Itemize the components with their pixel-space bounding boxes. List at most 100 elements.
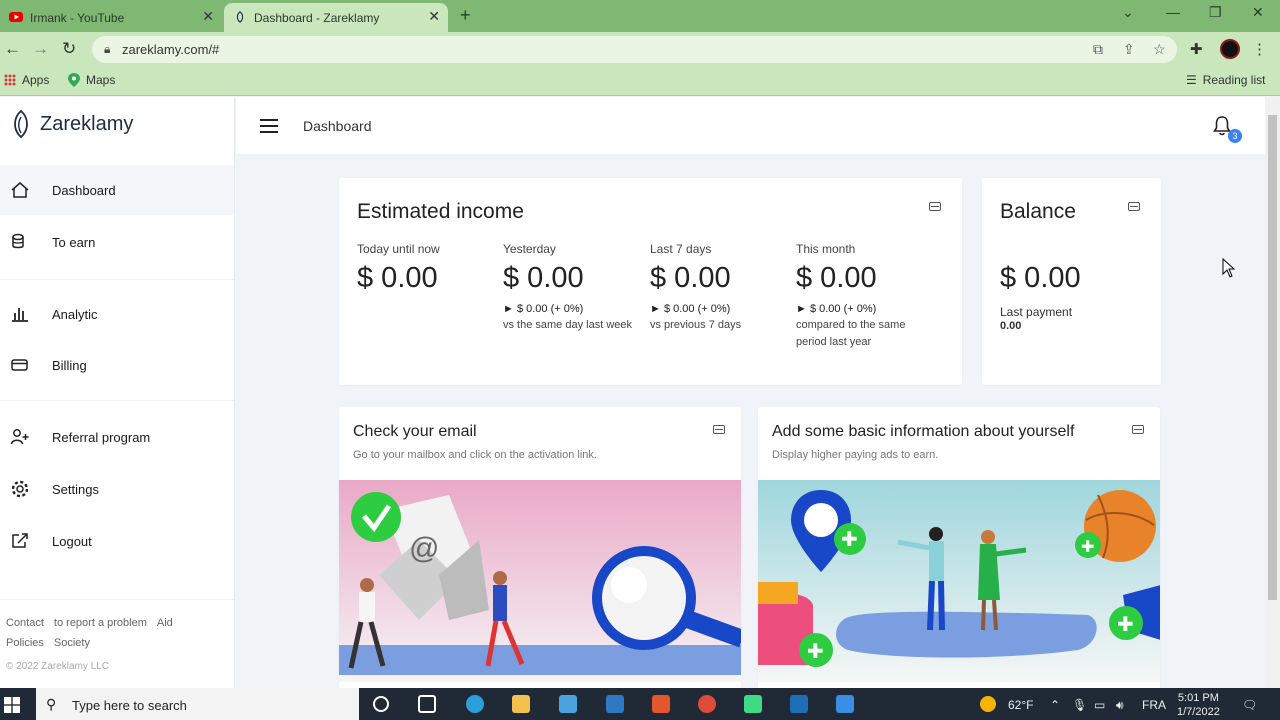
sidebar-divider <box>0 279 234 280</box>
browser-tab-dashboard[interactable]: Dashboard - Zareklamy ✕ <box>224 3 448 32</box>
file-explorer-icon[interactable] <box>512 695 530 713</box>
basic-info-card[interactable]: Add some basic information about yoursel… <box>758 407 1160 688</box>
restore-icon[interactable]: ❐ <box>1209 4 1222 21</box>
translate-icon[interactable]: ⧉ <box>1093 41 1103 58</box>
store-icon[interactable] <box>559 695 577 713</box>
sidebar-item-to-earn[interactable]: To earn <box>0 217 234 267</box>
taskbar-search-box[interactable]: ⚲ Type here to search <box>36 688 359 720</box>
scrollbar-thumb[interactable] <box>1268 115 1277 600</box>
windows-start-icon[interactable] <box>4 697 20 713</box>
omnibox[interactable]: 🔒︎ zareklamy.com/# ⧉ ⇪ ☆ <box>92 36 1177 63</box>
top-bar: Dashboard 3 <box>236 97 1265 154</box>
stat-value: $ 0.00 <box>796 262 877 294</box>
reload-icon[interactable]: ↻ <box>62 39 76 59</box>
card-menu-icon[interactable] <box>1132 425 1144 434</box>
minimize-icon[interactable]: — <box>1166 4 1180 20</box>
stat-yesterday: Yesterday $ 0.00 ► $ 0.00 (+ 0%) vs the … <box>503 242 643 334</box>
svg-text:✚: ✚ <box>807 639 824 663</box>
reading-list-label: Reading list <box>1202 73 1266 87</box>
chrome-icon[interactable] <box>698 695 716 713</box>
card-menu-icon[interactable] <box>929 202 941 211</box>
bookmark-maps[interactable]: Maps <box>68 73 115 87</box>
reading-list-button[interactable]: ☰ Reading list <box>1186 73 1265 87</box>
brand-logo[interactable]: Zareklamy <box>10 109 133 139</box>
footer-link-society[interactable]: Society <box>54 637 90 649</box>
balance-card: Balance $ 0.00 Last payment 0.00 <box>982 178 1161 385</box>
microphone-icon[interactable]: 🎙︎ <box>1072 698 1087 712</box>
lock-icon: 🔒︎ <box>104 42 111 56</box>
stat-compare: vs the same day last week <box>503 319 633 331</box>
footer-link-policies[interactable]: Policies <box>6 637 44 649</box>
sidebar-item-label: Logout <box>52 533 92 549</box>
sidebar-item-label: To earn <box>52 234 96 250</box>
network-icon[interactable]: ▭ <box>1094 698 1105 712</box>
edge-icon[interactable] <box>466 695 484 713</box>
sidebar-item-logout[interactable]: Logout <box>0 516 234 566</box>
notifications-center-icon[interactable]: 🗨︎ <box>1242 698 1257 712</box>
bookmark-apps[interactable]: Apps <box>4 73 49 87</box>
stat-value: $ 0.00 <box>357 262 438 294</box>
card-menu-icon[interactable] <box>1128 202 1140 211</box>
weather-sun-icon[interactable] <box>980 696 996 712</box>
app-icon[interactable] <box>790 695 808 713</box>
system-clock[interactable]: 5:01 PM 1/7/2022 <box>1177 691 1220 719</box>
back-icon[interactable]: ← <box>4 39 21 59</box>
sidebar-item-dashboard[interactable]: Dashboard <box>0 165 234 215</box>
language-indicator[interactable]: FRA <box>1142 698 1166 712</box>
new-tab-icon[interactable]: + <box>460 5 471 26</box>
zareklamy-logo-icon <box>14 109 28 139</box>
bookmarks-bar: Apps Maps ☰ Reading list <box>0 66 1280 96</box>
browser-tab-youtube[interactable]: Irmank - YouTube ✕ <box>0 3 222 32</box>
profile-avatar[interactable] <box>1220 39 1240 59</box>
cortana-icon[interactable] <box>373 696 389 712</box>
share-icon[interactable]: ⇪ <box>1123 41 1135 58</box>
reading-list-icon: ☰ <box>1186 73 1197 87</box>
apps-grid-icon <box>4 74 16 86</box>
footer-link-contact[interactable]: Contact <box>6 617 44 629</box>
weather-temperature[interactable]: 62°F <box>1008 698 1033 712</box>
browser-menu-icon[interactable]: ⋮ <box>1252 40 1267 58</box>
android-studio-icon[interactable] <box>744 695 762 713</box>
close-tab-icon[interactable]: ✕ <box>428 8 440 25</box>
sidebar-item-analytic[interactable]: Analytic <box>0 289 234 339</box>
stat-change: ► $ 0.00 (+ 0%) <box>650 303 731 315</box>
notification-badge: 3 <box>1228 129 1242 143</box>
card-title: Check your email <box>353 423 477 440</box>
task-view-icon[interactable] <box>418 695 436 713</box>
card-subtitle: Go to your mailbox and click on the acti… <box>353 449 597 461</box>
office-icon[interactable] <box>652 695 670 713</box>
sidebar-item-settings[interactable]: Settings <box>0 464 234 514</box>
tray-expand-icon[interactable]: ⌃ <box>1050 698 1060 712</box>
forward-icon[interactable]: → <box>32 39 49 59</box>
vertical-scrollbar[interactable] <box>1265 97 1280 688</box>
menu-toggle-icon[interactable] <box>260 119 278 133</box>
stat-label: Today until now <box>357 242 440 256</box>
extensions-icon[interactable]: ✚ <box>1190 40 1203 58</box>
close-tab-icon[interactable]: ✕ <box>202 8 214 25</box>
profile-illustration: ✚ ✚ ✚ ✚ <box>758 480 1160 682</box>
zareklamy-favicon-icon <box>236 11 244 23</box>
sidebar-divider <box>0 400 234 401</box>
url-text[interactable]: zareklamy.com/# <box>122 42 219 57</box>
mail-icon[interactable] <box>606 695 624 713</box>
tab-title: Dashboard - Zareklamy <box>254 10 380 25</box>
page-viewport: Zareklamy Dashboard To earn Analytic Bil… <box>0 97 1265 688</box>
balance-value: $ 0.00 <box>1000 262 1081 294</box>
svg-text:✚: ✚ <box>841 527 858 551</box>
media-app-icon[interactable] <box>836 695 854 713</box>
tab-search-icon[interactable]: ⌄ <box>1122 4 1134 21</box>
sidebar-item-label: Referral program <box>52 429 151 445</box>
email-illustration: @ <box>339 480 741 682</box>
card-menu-icon[interactable] <box>713 425 725 434</box>
sidebar-item-billing[interactable]: Billing <box>0 340 234 390</box>
card-title: Add some basic information about yoursel… <box>772 423 1075 440</box>
footer-link-report[interactable]: to report a problem <box>54 617 147 629</box>
footer-link-aid[interactable]: Aid <box>157 617 173 629</box>
volume-icon[interactable]: 🔊︎ <box>1116 698 1124 713</box>
bookmark-star-icon[interactable]: ☆ <box>1153 41 1166 58</box>
coins-icon <box>12 233 24 249</box>
close-window-icon[interactable]: ✕ <box>1252 4 1264 21</box>
bar-chart-icon <box>12 308 28 322</box>
check-email-card[interactable]: Check your email Go to your mailbox and … <box>339 407 741 688</box>
sidebar-item-referral-program[interactable]: Referral program <box>0 412 234 462</box>
